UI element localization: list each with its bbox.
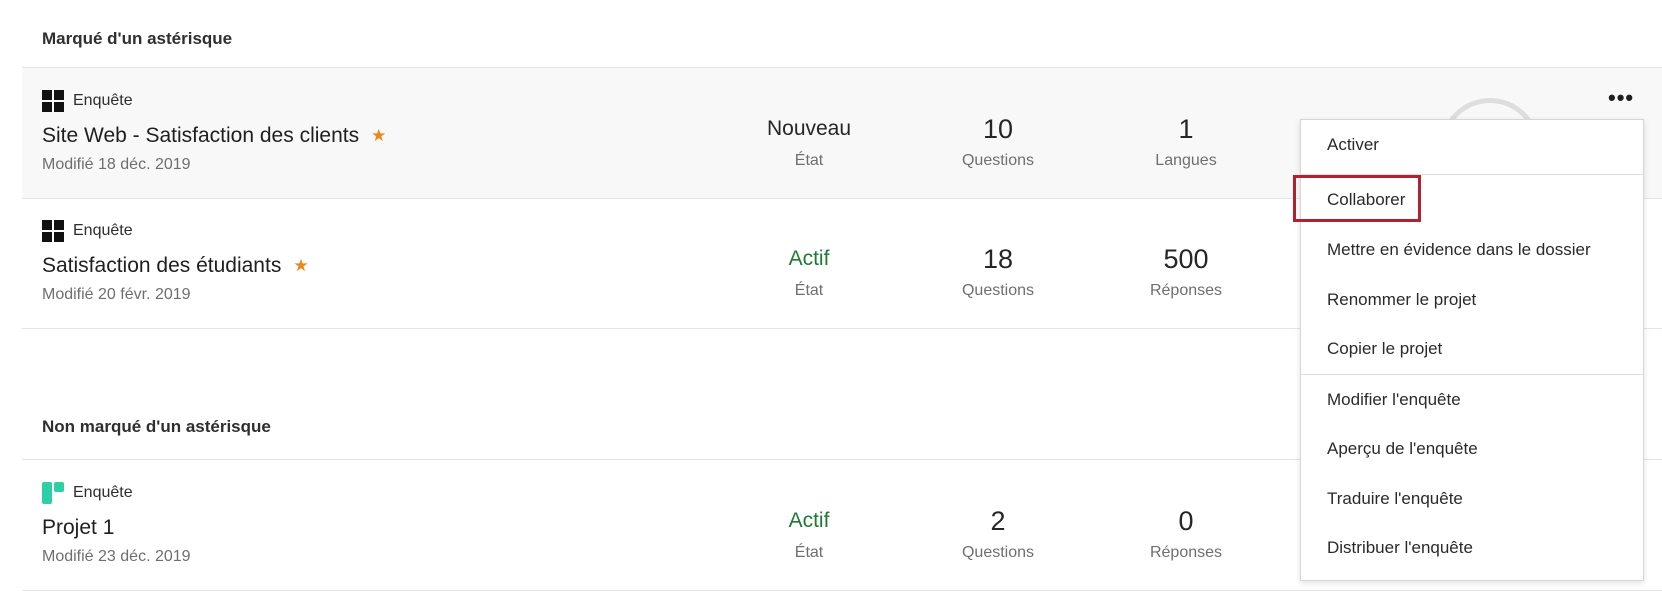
menu-item-rename-project[interactable]: Renommer le projet: [1301, 275, 1643, 324]
star-icon[interactable]: ★: [371, 126, 386, 146]
questions-label: Questions: [961, 282, 1035, 299]
responses-stat: 0 Réponses: [1106, 506, 1266, 562]
languages-stat: 1 Langues: [1106, 114, 1266, 170]
menu-item-copy-project[interactable]: Copier le projet: [1301, 324, 1643, 373]
project-type-label: Enquête: [73, 92, 133, 109]
section-title-starred: Marqué d'un astérisque: [42, 29, 233, 48]
menu-item-preview-survey[interactable]: Aperçu de l'enquête: [1301, 424, 1643, 473]
project-type-label: Enquête: [73, 484, 133, 501]
star-icon[interactable]: ★: [293, 256, 308, 276]
state-stat: Actif État: [729, 506, 889, 562]
questions-stat: 10 Questions: [918, 114, 1078, 170]
state-value: Actif: [788, 509, 830, 532]
project-type: Enquête: [42, 90, 133, 112]
responses-value: 0: [1178, 506, 1194, 536]
state-stat: Nouveau État: [729, 114, 889, 170]
questions-stat: 2 Questions: [918, 506, 1078, 562]
modified-date: Modifié 23 déc. 2019: [42, 548, 191, 565]
project-name[interactable]: Projet 1: [42, 516, 114, 540]
survey-teal-icon: [42, 482, 64, 504]
questions-value: 10: [982, 114, 1014, 144]
menu-item-translate-survey[interactable]: Traduire l'enquête: [1301, 474, 1643, 523]
state-value: Nouveau: [766, 117, 852, 140]
languages-label: Langues: [1155, 152, 1217, 169]
state-value: Actif: [788, 247, 830, 270]
modified-date: Modifié 18 déc. 2019: [42, 156, 191, 173]
responses-label: Réponses: [1149, 544, 1223, 561]
modified-date: Modifié 20 févr. 2019: [42, 286, 191, 303]
project-name-text[interactable]: Site Web - Satisfaction des clients: [42, 124, 359, 148]
project-name[interactable]: Site Web - Satisfaction des clients ★: [42, 124, 386, 148]
project-name[interactable]: Satisfaction des étudiants ★: [42, 254, 309, 278]
section-title-unstarred: Non marqué d'un astérisque: [42, 417, 271, 436]
survey-icon: [42, 220, 64, 242]
responses-stat: 500 Réponses: [1106, 244, 1266, 300]
questions-value: 2: [990, 506, 1006, 536]
project-type: Enquête: [42, 220, 133, 242]
state-label: État: [794, 282, 824, 299]
more-options-icon[interactable]: •••: [1608, 87, 1634, 109]
questions-value: 18: [982, 244, 1014, 274]
state-label: État: [794, 544, 824, 561]
project-name-text[interactable]: Projet 1: [42, 516, 114, 540]
state-label: État: [794, 152, 824, 169]
project-type-label: Enquête: [73, 222, 133, 239]
menu-item-activate[interactable]: Activer: [1301, 120, 1643, 169]
highlight-annotation: [1293, 175, 1421, 222]
state-stat: Actif État: [729, 244, 889, 300]
questions-label: Questions: [961, 152, 1035, 169]
survey-icon: [42, 90, 64, 112]
responses-label: Réponses: [1149, 282, 1223, 299]
menu-item-edit-survey[interactable]: Modifier l'enquête: [1301, 375, 1643, 424]
questions-stat: 18 Questions: [918, 244, 1078, 300]
project-name-text[interactable]: Satisfaction des étudiants: [42, 254, 281, 278]
languages-value: 1: [1178, 114, 1194, 144]
project-type: Enquête: [42, 482, 133, 504]
menu-item-highlight-in-folder[interactable]: Mettre en évidence dans le dossier: [1301, 225, 1643, 274]
menu-item-distribute-survey[interactable]: Distribuer l'enquête: [1301, 523, 1643, 572]
responses-value: 500: [1163, 244, 1209, 274]
questions-label: Questions: [961, 544, 1035, 561]
